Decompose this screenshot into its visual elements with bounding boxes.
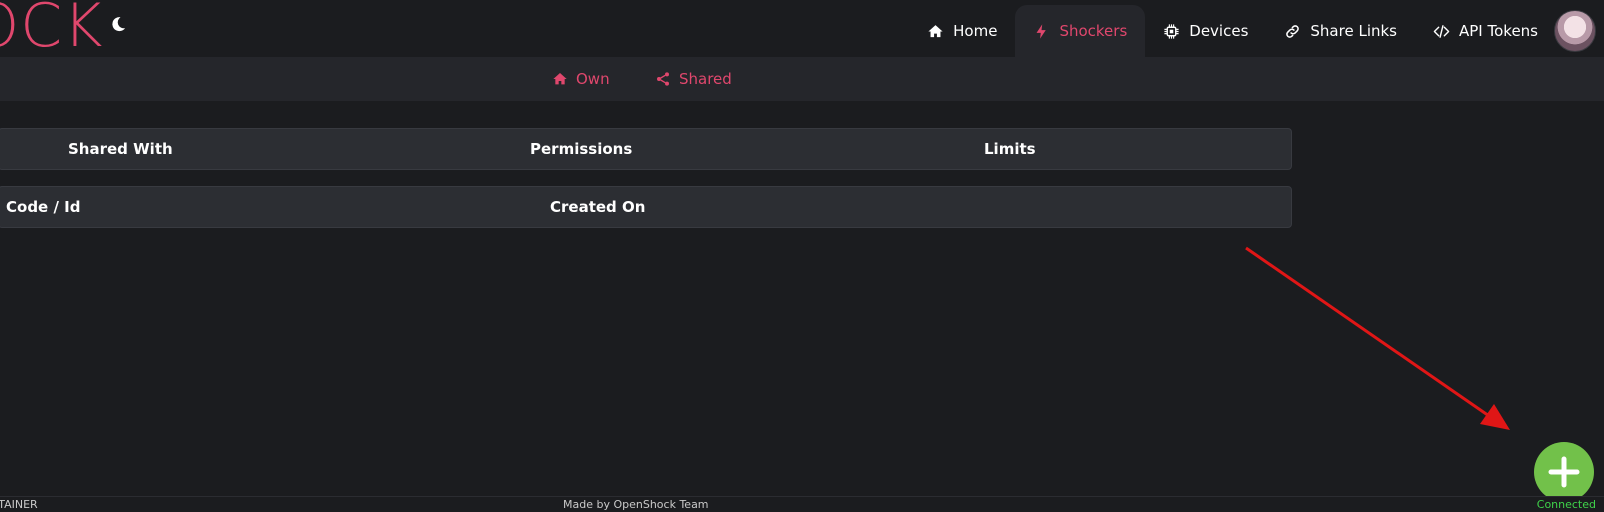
tab-label: Own <box>576 70 610 88</box>
share-icon <box>657 72 669 86</box>
column-header-shared-with[interactable]: Shared With <box>68 140 173 158</box>
avatar[interactable] <box>1554 10 1596 52</box>
tab-label: Shared <box>679 70 732 88</box>
connection-status: Connected <box>1536 498 1596 511</box>
nav-item-home[interactable]: Home <box>909 5 1015 57</box>
main-nav: Home Shockers Devices Share Links API To… <box>909 5 1556 57</box>
nav-item-share-links[interactable]: Share Links <box>1266 5 1415 57</box>
bolt-icon <box>1036 23 1047 39</box>
footer: NTAINER Made by OpenShock Team Connected <box>0 496 1604 512</box>
column-header-limits[interactable]: Limits <box>984 140 1036 158</box>
link-icon <box>1286 24 1300 38</box>
nav-item-label: Devices <box>1189 22 1249 40</box>
column-header-created-on[interactable]: Created On <box>550 198 645 216</box>
column-header-code-id[interactable]: Code / Id <box>6 198 80 216</box>
nav-item-label: Shockers <box>1059 22 1128 40</box>
nav-item-label: Share Links <box>1310 22 1397 40</box>
nav-item-label: API Tokens <box>1459 22 1538 40</box>
tab-shared[interactable]: Shared <box>655 67 732 91</box>
chip-icon <box>1164 23 1179 39</box>
shared-with-table-header: Shared With Permissions Limits <box>0 128 1292 170</box>
code-icon <box>1433 24 1450 38</box>
footer-credits: Made by OpenShock Team <box>563 498 709 511</box>
app-logo[interactable]: OCK <box>0 0 103 58</box>
moon-icon[interactable] <box>108 14 128 34</box>
plus-icon <box>1548 456 1580 488</box>
top-navbar: OCK Home Shockers Devices <box>0 0 1604 58</box>
nav-item-devices[interactable]: Devices <box>1145 5 1266 57</box>
home-icon <box>928 24 943 37</box>
page: OCK Home Shockers Devices <box>0 0 1604 512</box>
nav-item-shockers[interactable]: Shockers <box>1015 5 1146 57</box>
tab-own[interactable]: Own <box>552 67 610 91</box>
add-share-button[interactable] <box>1534 442 1594 502</box>
shocker-subtabs: Own Shared <box>0 57 1604 101</box>
share-codes-table-header: Code / Id Created On <box>0 186 1292 228</box>
footer-left-text: NTAINER <box>0 498 38 511</box>
nav-item-api-tokens[interactable]: API Tokens <box>1415 5 1556 57</box>
nav-item-label: Home <box>953 22 998 40</box>
home-icon <box>553 73 567 85</box>
column-header-permissions[interactable]: Permissions <box>530 140 632 158</box>
